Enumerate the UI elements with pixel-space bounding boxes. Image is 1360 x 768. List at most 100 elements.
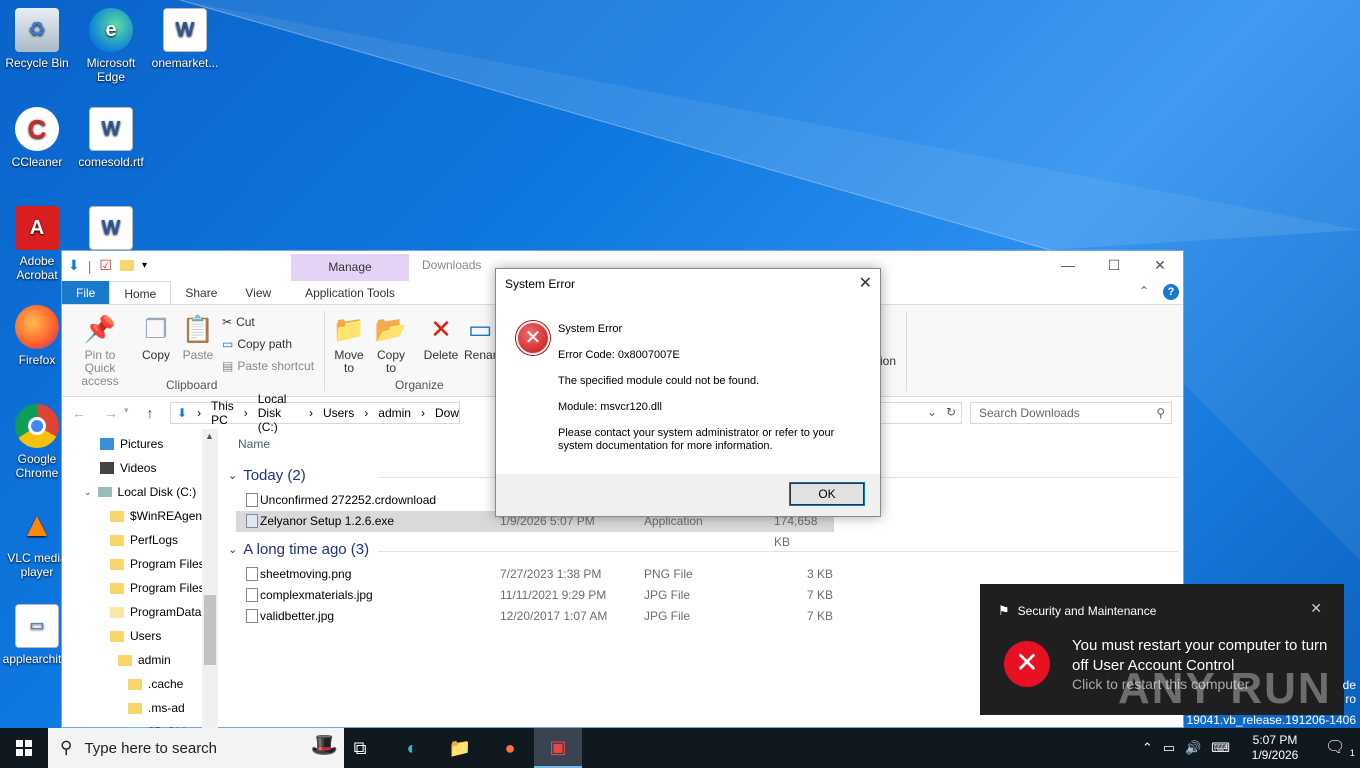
desktop-icon-ccleaner[interactable]: C CCleaner: [1, 107, 73, 169]
pin-to-quick-access-button[interactable]: 📌 Pin to Quick access: [68, 313, 132, 388]
toast-close-button[interactable]: ✕: [1310, 600, 1322, 617]
desktop-icon-recycle-bin[interactable]: ♻ Recycle Bin: [1, 8, 73, 70]
new-folder-icon[interactable]: [119, 260, 134, 271]
ribbon-partial-label: ion: [879, 354, 896, 368]
qat-dropdown-icon[interactable]: ▾: [142, 260, 147, 271]
button-label: Copy: [141, 348, 170, 362]
nav-item-program-files-x86[interactable]: Program Files: [110, 577, 205, 599]
nav-item-program-files[interactable]: Program Files: [110, 553, 205, 575]
desktop-icon-edge[interactable]: e Microsoft Edge: [75, 8, 147, 84]
file-size: 7 KB: [807, 588, 834, 602]
paste-shortcut-button[interactable]: ▤ Paste shortcut: [222, 359, 314, 373]
nav-scrollbar[interactable]: ▲: [202, 429, 218, 729]
tab-view[interactable]: View: [231, 281, 285, 304]
volume-icon[interactable]: 🔊: [1185, 740, 1201, 756]
file-row[interactable]: validbetter.jpg 12/20/2017 1:07 AM JPG F…: [236, 606, 996, 627]
network-icon[interactable]: ▭: [1163, 740, 1175, 756]
file-row[interactable]: complexmaterials.jpg 11/11/2021 9:29 PM …: [236, 585, 996, 606]
button-label: Paste shortcut: [237, 359, 315, 373]
taskbar-search-box[interactable]: ⚲ Type here to search 🎩: [48, 728, 344, 768]
clock[interactable]: 5:07 PM 1/9/2026: [1240, 733, 1310, 763]
pictures-icon: [100, 438, 114, 450]
desktop-icon-onemarket[interactable]: W onemarket...: [149, 8, 221, 70]
chevron-down-icon[interactable]: ▾: [124, 405, 129, 421]
paste-button[interactable]: 📋 Paste: [180, 313, 216, 362]
move-to-button[interactable]: 📁 Move to: [330, 313, 368, 375]
desktop-icon-label: onemarket...: [151, 56, 219, 70]
breadcrumb-admin[interactable]: admin: [378, 406, 411, 420]
breadcrumb-this-pc[interactable]: This PC: [211, 399, 234, 427]
nav-item-videos[interactable]: Videos: [100, 457, 156, 479]
copy-to-button[interactable]: 📂 Copy to: [372, 313, 410, 375]
scrollbar-thumb[interactable]: [204, 595, 216, 665]
ok-button[interactable]: OK: [789, 482, 865, 506]
start-button[interactable]: [0, 728, 48, 768]
nav-item-winreagent[interactable]: $WinREAgent: [110, 505, 205, 527]
breadcrumb-users[interactable]: Users: [323, 406, 354, 420]
download-arrow-icon[interactable]: ⬇: [68, 257, 80, 274]
group-divider: [378, 551, 1178, 552]
nav-item-pictures[interactable]: Pictures: [100, 433, 163, 455]
nav-item-local-disk[interactable]: ⌄ Local Disk (C:): [84, 481, 196, 503]
chevron-down-icon[interactable]: ⌄: [84, 481, 92, 503]
file-explorer-taskbar-icon[interactable]: 📁: [436, 728, 484, 768]
rename-button[interactable]: ▭ Renam: [464, 313, 503, 362]
scroll-up-arrow-icon[interactable]: ▲: [205, 431, 214, 441]
task-view-icon[interactable]: ⧉: [336, 728, 384, 768]
tab-file[interactable]: File: [62, 281, 110, 304]
firefox-taskbar-icon[interactable]: ●: [486, 728, 534, 768]
action-center-button[interactable]: 🗨 1: [1320, 737, 1360, 758]
desktop-icon-comesold[interactable]: W comesold.rtf: [75, 107, 147, 169]
manage-contextual-tab[interactable]: Manage: [291, 254, 409, 281]
back-arrow-icon[interactable]: ←: [72, 405, 86, 421]
file-type: JPG File: [644, 609, 691, 623]
address-bar-end[interactable]: ⌄ ↻: [880, 402, 962, 424]
installer-taskbar-icon[interactable]: ▣: [534, 728, 582, 768]
edge-taskbar-icon[interactable]: ◐: [388, 728, 436, 768]
minimize-button[interactable]: —: [1045, 251, 1091, 281]
forward-arrow-icon[interactable]: →: [104, 405, 118, 421]
collapse-ribbon-icon[interactable]: ⌃: [1139, 284, 1149, 298]
toast-app-name: Security and Maintenance: [1017, 604, 1157, 618]
breadcrumb-local-disk[interactable]: Local Disk (C:): [258, 392, 299, 434]
nav-item-programdata[interactable]: ProgramData: [110, 601, 201, 623]
desktop-icon-word-partial[interactable]: W: [75, 206, 147, 254]
nav-item-admin[interactable]: admin: [118, 649, 171, 671]
address-bar[interactable]: ⬇ › This PC › Local Disk (C:) › Users › …: [170, 392, 460, 434]
file-icon: [246, 493, 258, 507]
firefox-icon: [15, 305, 59, 349]
nav-item-ms-ad[interactable]: .ms-ad: [128, 697, 185, 719]
refresh-icon[interactable]: ↻: [946, 405, 956, 419]
properties-icon[interactable]: ☑: [99, 257, 112, 274]
nav-item-cache[interactable]: .cache: [128, 673, 183, 695]
nav-item-users[interactable]: Users: [110, 625, 161, 647]
delete-button[interactable]: ✕ Delete: [422, 313, 460, 362]
breadcrumb-downloads[interactable]: Dow: [435, 406, 459, 420]
tab-share[interactable]: Share: [171, 281, 231, 304]
copy-button[interactable]: ❐ Copy: [138, 313, 174, 362]
column-header-name[interactable]: Name: [238, 437, 270, 451]
file-size: 3 KB: [807, 567, 834, 581]
nav-item-perflogs[interactable]: PerfLogs: [110, 529, 178, 551]
file-row[interactable]: sheetmoving.png 7/27/2023 1:38 PM PNG Fi…: [236, 564, 996, 585]
folder-icon: [110, 606, 124, 618]
pin-icon: 📌: [83, 313, 117, 344]
group-label-clipboard: Clipboard: [166, 378, 218, 392]
cut-button[interactable]: ✂ Cut: [222, 315, 255, 329]
group-header-today[interactable]: ⌄ Today (2): [228, 467, 1178, 484]
search-box[interactable]: Search Downloads ⚲: [970, 402, 1172, 424]
tab-application-tools[interactable]: Application Tools: [291, 281, 409, 305]
copy-path-button[interactable]: ▭ Copy path: [222, 337, 292, 351]
close-button[interactable]: ✕: [1137, 251, 1183, 281]
help-icon[interactable]: ?: [1163, 284, 1179, 300]
dialog-close-button[interactable]: ✕: [859, 273, 872, 293]
keyboard-icon[interactable]: ⌨: [1211, 740, 1230, 756]
tab-home[interactable]: Home: [109, 281, 172, 304]
copy-to-folder-icon: 📂: [374, 313, 408, 344]
group-header-long-ago[interactable]: ⌄ A long time ago (3): [228, 541, 1178, 558]
chevron-up-icon[interactable]: ⌃: [1142, 740, 1153, 756]
maximize-button[interactable]: ☐: [1091, 251, 1137, 281]
chevron-down-icon[interactable]: ⌄: [927, 405, 937, 419]
button-label: Paste: [182, 348, 214, 362]
up-arrow-icon[interactable]: ↑: [147, 405, 154, 421]
